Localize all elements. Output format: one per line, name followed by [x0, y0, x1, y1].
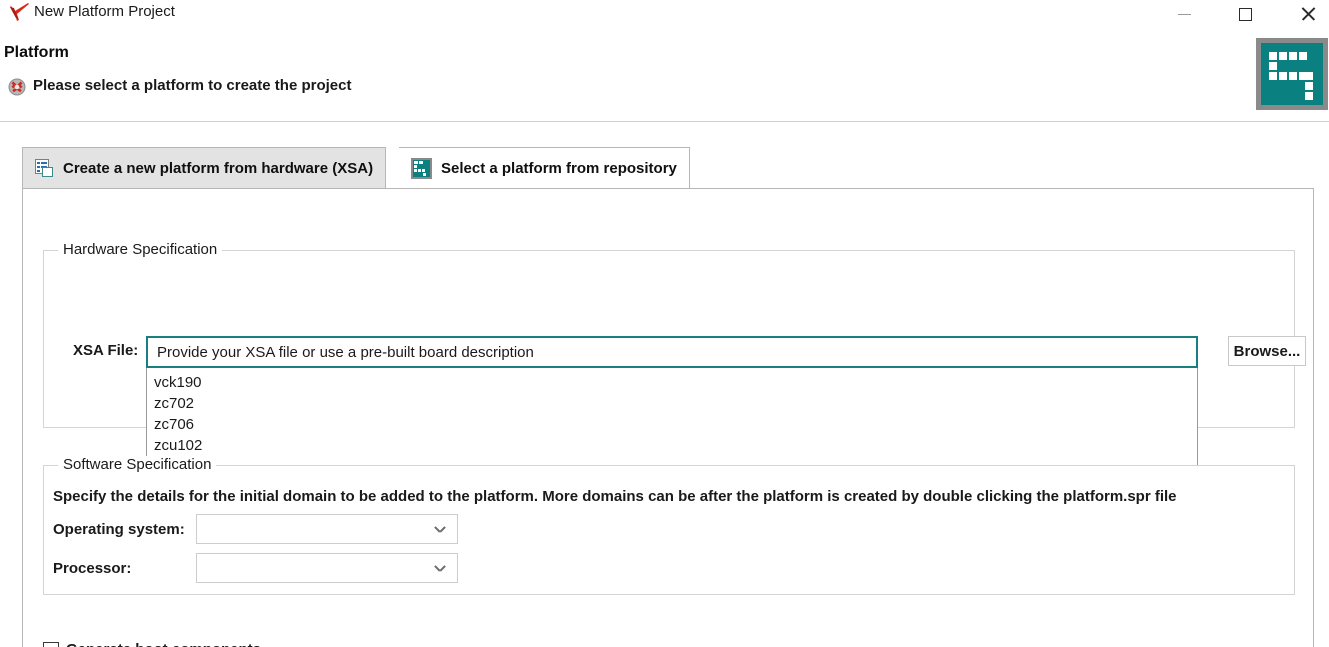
operating-system-select[interactable] [196, 514, 458, 544]
processor-label: Processor: [53, 560, 131, 577]
processor-select[interactable] [196, 553, 458, 583]
hardware-specification-group: Hardware Specification XSA File: Provide… [43, 250, 1295, 428]
xsa-file-label: XSA File: [73, 342, 138, 359]
window-title: New Platform Project [34, 2, 175, 22]
checkbox-checked-icon [43, 642, 59, 647]
software-description: Specify the details for the initial doma… [53, 488, 1177, 505]
dialog-window: New Platform Project Platform Please sel… [0, 0, 1329, 647]
tab-content-panel: Hardware Specification XSA File: Provide… [22, 188, 1314, 647]
xsa-suggestion-list[interactable]: vck190 zc702 zc706 zcu102 zed [146, 368, 1198, 473]
checkbox-label: Generate boot components [66, 641, 261, 647]
maximize-icon [1239, 8, 1252, 21]
page-title: Platform [4, 44, 69, 62]
vitis-check-icon [8, 2, 32, 24]
error-icon [8, 78, 26, 96]
header-divider [0, 121, 1329, 122]
xsa-hardware-icon [35, 159, 54, 178]
close-icon [1300, 6, 1316, 22]
minimize-button[interactable] [1161, 0, 1207, 28]
list-item[interactable]: zcu102 [151, 435, 1197, 456]
chevron-down-icon [435, 525, 445, 535]
xsa-file-placeholder: Provide your XSA file or use a pre-built… [157, 344, 534, 361]
minimize-icon [1178, 14, 1191, 15]
maximize-button[interactable] [1222, 0, 1268, 28]
close-button[interactable] [1285, 0, 1329, 28]
chevron-down-icon [435, 564, 445, 574]
list-item[interactable]: zc702 [151, 393, 1197, 414]
browse-button[interactable]: Browse... [1228, 336, 1306, 366]
list-item[interactable]: vck190 [151, 372, 1197, 393]
tab-strip: Create a new platform from hardware (XSA… [22, 147, 1314, 189]
tab-panel: Create a new platform from hardware (XSA… [22, 147, 1314, 647]
hardware-group-title: Hardware Specification [58, 241, 222, 258]
xsa-file-input[interactable]: Provide your XSA file or use a pre-built… [146, 336, 1198, 368]
software-specification-group: Software Specification Specify the detai… [43, 465, 1295, 595]
tab-select-from-repository[interactable]: Select a platform from repository [399, 147, 690, 189]
platform-logo-icon [1256, 38, 1328, 110]
title-bar: New Platform Project [0, 0, 1329, 28]
generate-boot-components-checkbox[interactable]: Generate boot components [43, 641, 261, 647]
operating-system-label: Operating system: [53, 521, 185, 538]
tab-create-from-hardware[interactable]: Create a new platform from hardware (XSA… [22, 147, 386, 189]
tab-label: Create a new platform from hardware (XSA… [63, 160, 373, 177]
platform-repository-icon [411, 158, 432, 179]
list-item[interactable]: zc706 [151, 414, 1197, 435]
status-message: Please select a platform to create the p… [33, 77, 351, 94]
software-group-title: Software Specification [58, 456, 216, 473]
tab-label: Select a platform from repository [441, 160, 677, 177]
